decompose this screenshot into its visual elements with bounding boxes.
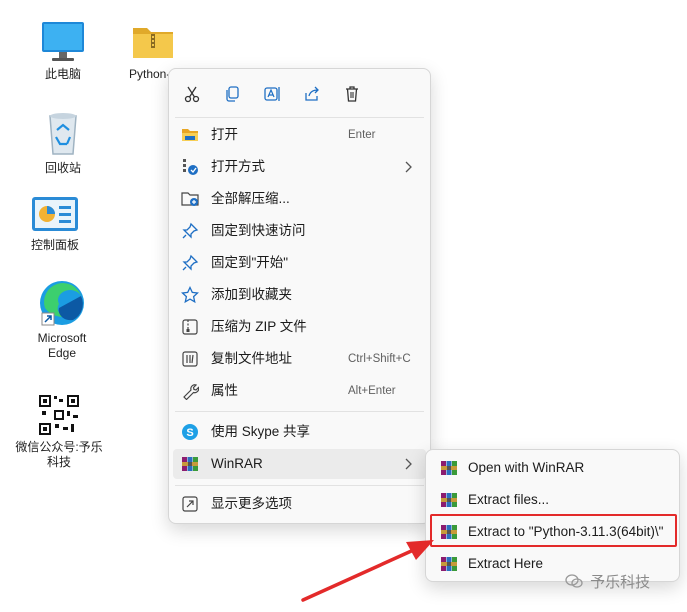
copy-icon [226,86,239,102]
menu-item-winrar[interactable]: WinRAR [173,449,426,479]
wechat-icon [565,574,583,588]
menu-item-copy-path[interactable]: 复制文件地址 Ctrl+Shift+C [173,344,426,374]
menu-item-skype-share[interactable]: S 使用 Skype 共享 [173,417,426,447]
menu-item-label: 压缩为 ZIP 文件 [211,319,307,334]
winrar-icon [441,525,457,539]
submenu-item-label: Extract files... [468,492,550,507]
menu-item-label: 全部解压缩... [211,191,290,206]
winrar-icon [441,493,457,507]
menu-item-label: 显示更多选项 [211,496,292,511]
menu-item-shortcut: Ctrl+Shift+C [348,353,411,365]
more-options-icon [181,495,199,513]
menu-item-label: 属性 [211,383,238,398]
menu-item-open[interactable]: 打开 Enter [173,120,426,150]
desktop-icon-label: 此电脑 [44,67,81,81]
menu-separator [175,485,424,486]
submenu-item-open-with-winrar[interactable]: Open with WinRAR [430,453,675,483]
menu-item-open-with[interactable]: 打开方式 [173,152,426,182]
cut-icon [184,86,200,103]
winrar-icon [181,455,199,473]
winrar-submenu: Open with WinRAR Extract files... Extrac… [425,449,680,582]
control-panel-icon [32,197,78,231]
chevron-right-icon [405,161,412,173]
cut-button[interactable] [177,79,207,109]
submenu-item-label: Open with WinRAR [468,460,585,475]
submenu-item-label: Extract Here [468,556,544,571]
open-with-icon [181,158,199,176]
edge-icon [40,281,84,326]
skype-icon: S [181,423,199,441]
pin-icon [181,222,199,240]
menu-item-add-favorites[interactable]: 添加到收藏夹 [173,280,426,310]
desktop-icon-edge[interactable]: Microsoft Edge [23,278,101,361]
desktop-icon-recycle-bin[interactable]: 回收站 [25,110,101,176]
folder-open-icon [181,126,199,144]
chevron-right-icon [405,458,412,470]
desktop-icon-label: 控制面板 [30,238,79,252]
desktop-icon-label: Microsoft Edge [37,331,87,360]
menu-item-pin-quick-access[interactable]: 固定到快速访问 [173,216,426,246]
delete-icon [346,86,358,102]
star-icon [181,286,199,304]
recycle-bin-icon [49,113,77,155]
submenu-item-extract-files[interactable]: Extract files... [430,485,675,515]
desktop-icon-control-panel[interactable]: 控制面板 [17,195,93,253]
menu-item-label: 固定到快速访问 [211,223,306,238]
menu-item-label: 固定到"开始" [211,255,289,270]
menu-item-label: 复制文件地址 [211,351,292,366]
watermark: 予乐科技 [565,571,650,592]
menu-separator [175,117,424,118]
desktop-icon-label: 回收站 [44,161,81,175]
submenu-item-label: Extract to "Python-3.11.3(64bit)\" [468,524,664,539]
qr-code-icon [37,393,81,437]
extract-all-icon [181,190,199,208]
computer-icon [42,22,84,61]
menu-item-label: WinRAR [211,456,263,471]
zip-icon [181,318,199,336]
copy-button[interactable] [217,79,247,109]
menu-item-extract-all[interactable]: 全部解压缩... [173,184,426,214]
delete-button[interactable] [337,79,367,109]
menu-item-show-more-options[interactable]: 显示更多选项 [173,489,426,519]
share-icon [305,86,319,101]
menu-item-shortcut: Alt+Enter [348,385,396,397]
watermark-text: 予乐科技 [590,574,651,591]
winrar-icon [441,461,457,475]
menu-item-label: 使用 Skype 共享 [211,424,311,439]
context-menu: 打开 Enter 打开方式 全部解压缩... 固定到快速访问 固定到"开始" 添… [168,68,431,524]
menu-item-label: 添加到收藏夹 [211,287,292,302]
menu-item-label: 打开方式 [211,159,265,174]
pin-start-icon [181,254,199,272]
submenu-item-extract-to-folder[interactable]: Extract to "Python-3.11.3(64bit)\" [430,517,675,547]
desktop-icon-wechat-qr[interactable]: 微信公众号:予乐科技 [15,393,103,470]
svg-text:S: S [186,427,193,439]
menu-separator [175,411,424,412]
share-button[interactable] [297,79,327,109]
menu-item-properties[interactable]: 属性 Alt+Enter [173,376,426,406]
copy-path-icon [181,350,199,368]
zip-folder-icon [133,28,173,58]
menu-item-shortcut: Enter [348,129,376,141]
menu-item-pin-start[interactable]: 固定到"开始" [173,248,426,278]
menu-item-label: 打开 [211,127,238,142]
desktop-icon-this-pc[interactable]: 此电脑 [25,20,101,82]
winrar-icon [441,557,457,571]
context-menu-toolbar [169,79,430,109]
rename-button[interactable] [257,79,287,109]
rename-icon [264,87,280,101]
desktop-icon-label: 微信公众号:予乐科技 [15,440,103,469]
wrench-icon [181,382,199,400]
menu-item-compress-zip[interactable]: 压缩为 ZIP 文件 [173,312,426,342]
